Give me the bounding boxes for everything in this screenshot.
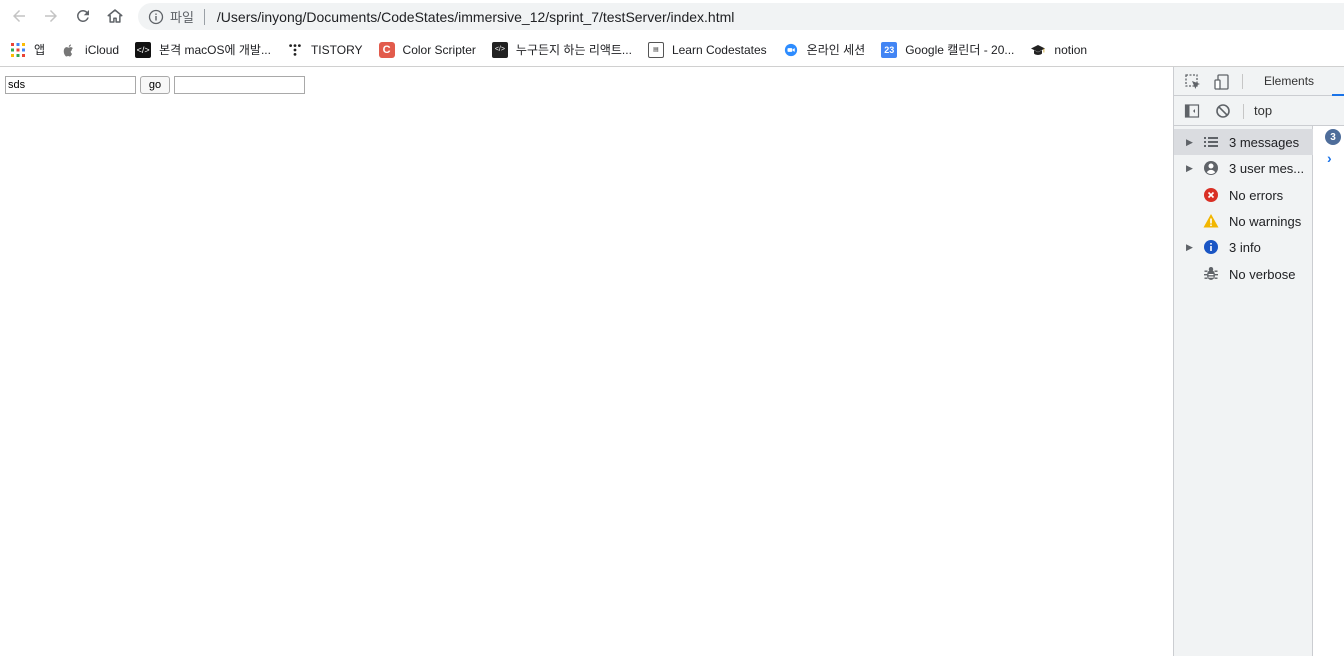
toolbar-divider xyxy=(1243,104,1244,119)
address-bar[interactable]: 파일 /Users/inyong/Documents/CodeStates/im… xyxy=(138,3,1344,30)
bookmark-learn-codestates[interactable]: ▤ Learn Codestates xyxy=(647,38,767,62)
bookmark-apps[interactable]: 앱 xyxy=(10,38,45,62)
bookmark-macos-dev[interactable]: </> 본격 macOS에 개발... xyxy=(135,38,271,62)
devtools-tabbar: Elements xyxy=(1174,67,1344,96)
expand-arrow-icon[interactable]: ▶ xyxy=(1186,163,1198,174)
console-sidebar: ▶ 3 messages ▶ 3 user mes... No errors N… xyxy=(1174,126,1313,656)
bookmark-label: 본격 macOS에 개발... xyxy=(159,43,271,57)
home-icon xyxy=(107,9,123,23)
browser-toolbar: 파일 /Users/inyong/Documents/CodeStates/im… xyxy=(0,0,1344,33)
warning-icon xyxy=(1203,213,1219,229)
list-icon xyxy=(1203,134,1219,150)
codestates-icon: ▤ xyxy=(647,41,664,58)
tistory-icon xyxy=(287,42,303,58)
sidebar-item-user-messages[interactable]: ▶ 3 user mes... xyxy=(1174,155,1313,181)
sidebar-item-info[interactable]: ▶ 3 info xyxy=(1174,234,1313,260)
bookmark-label: Learn Codestates xyxy=(671,42,767,57)
bookmark-icloud[interactable]: iCloud xyxy=(61,38,119,62)
arrow-right-icon xyxy=(45,10,57,22)
bookmark-online-session[interactable]: 온라인 세션 xyxy=(783,38,866,62)
bookmark-label: TISTORY xyxy=(310,42,363,57)
bookmark-label: 앱 xyxy=(34,43,46,57)
sidebar-item-errors[interactable]: No errors xyxy=(1174,182,1313,208)
clear-console-icon[interactable] xyxy=(1215,103,1231,119)
code-icon: </> xyxy=(135,41,152,58)
sidebar-item-label: 3 info xyxy=(1229,239,1261,255)
bookmarks-bar: 앱 iCloud </> 본격 macOS에 개발... TISTORY C C… xyxy=(0,33,1344,67)
forward-button[interactable] xyxy=(38,4,64,28)
inspect-element-icon[interactable] xyxy=(1184,73,1202,91)
bookmark-label: notion xyxy=(1054,42,1088,57)
apple-icon xyxy=(61,42,77,58)
bookmark-notion[interactable]: notion xyxy=(1030,38,1087,62)
reload-icon xyxy=(77,10,89,22)
tab-elements[interactable]: Elements xyxy=(1264,74,1314,88)
home-button[interactable] xyxy=(102,4,128,28)
sidebar-item-verbose[interactable]: No verbose xyxy=(1174,261,1313,287)
bookmark-google-calendar[interactable]: 23 Google 캘린더 - 20... xyxy=(881,38,1014,62)
sidebar-item-label: No errors xyxy=(1229,187,1284,203)
address-url[interactable]: /Users/inyong/Documents/CodeStates/immer… xyxy=(217,9,734,25)
code-icon: </> xyxy=(491,41,508,58)
expand-arrow-icon[interactable]: ▶ xyxy=(1186,242,1198,253)
expand-arrow-icon[interactable]: ▶ xyxy=(1186,137,1198,148)
sidebar-item-label: No verbose xyxy=(1229,266,1296,282)
go-button[interactable]: go xyxy=(140,76,170,94)
console-toolbar: top xyxy=(1174,96,1344,126)
color-scripter-icon: C xyxy=(378,41,395,58)
address-divider xyxy=(203,8,205,25)
bookmark-tistory[interactable]: TISTORY xyxy=(287,38,363,62)
bookmark-label: 온라인 세션 xyxy=(806,43,866,57)
bookmark-color-scripter[interactable]: C Color Scripter xyxy=(378,38,476,62)
sidebar-item-label: 3 user mes... xyxy=(1229,160,1305,176)
error-icon xyxy=(1203,187,1219,203)
sidebar-item-messages[interactable]: ▶ 3 messages xyxy=(1174,129,1313,155)
bug-icon xyxy=(1203,266,1219,282)
calendar-icon: 23 xyxy=(881,41,898,58)
arrow-left-icon xyxy=(13,10,25,22)
devtools-panel: Elements top ▶ 3 messages ▶ 3 user mes..… xyxy=(1173,67,1344,656)
toolbar-divider xyxy=(1242,74,1243,89)
chevron-right-icon[interactable]: › xyxy=(1327,150,1332,166)
reload-button[interactable] xyxy=(70,4,96,28)
sidebar-toggle-icon[interactable] xyxy=(1184,103,1200,119)
address-scheme: 파일 xyxy=(170,10,194,25)
bookmark-react[interactable]: </> 누구든지 하는 리액트... xyxy=(491,38,632,62)
user-icon xyxy=(1203,160,1219,176)
page-content: go xyxy=(0,67,1173,656)
console-output: 3 › xyxy=(1314,126,1344,656)
info-icon[interactable] xyxy=(148,9,164,25)
message-count-badge: 3 xyxy=(1325,129,1341,145)
output-input[interactable] xyxy=(174,76,305,94)
sidebar-item-label: No warnings xyxy=(1229,213,1302,229)
sidebar-item-label: 3 messages xyxy=(1229,134,1300,150)
text-input[interactable] xyxy=(5,76,136,94)
device-toolbar-icon[interactable] xyxy=(1213,73,1231,91)
back-button[interactable] xyxy=(6,4,32,28)
apps-grid-icon xyxy=(10,42,26,58)
bookmark-label: iCloud xyxy=(85,42,120,57)
zoom-icon xyxy=(783,42,799,58)
context-selector[interactable]: top xyxy=(1254,103,1272,118)
graduation-cap-icon xyxy=(1030,42,1046,58)
bookmark-label: 누구든지 하는 리액트... xyxy=(515,43,632,57)
bookmark-label: Google 캘린더 - 20... xyxy=(905,43,1015,57)
info-icon xyxy=(1203,239,1219,255)
bookmark-label: Color Scripter xyxy=(402,42,476,57)
sidebar-item-warnings[interactable]: No warnings xyxy=(1174,208,1313,234)
